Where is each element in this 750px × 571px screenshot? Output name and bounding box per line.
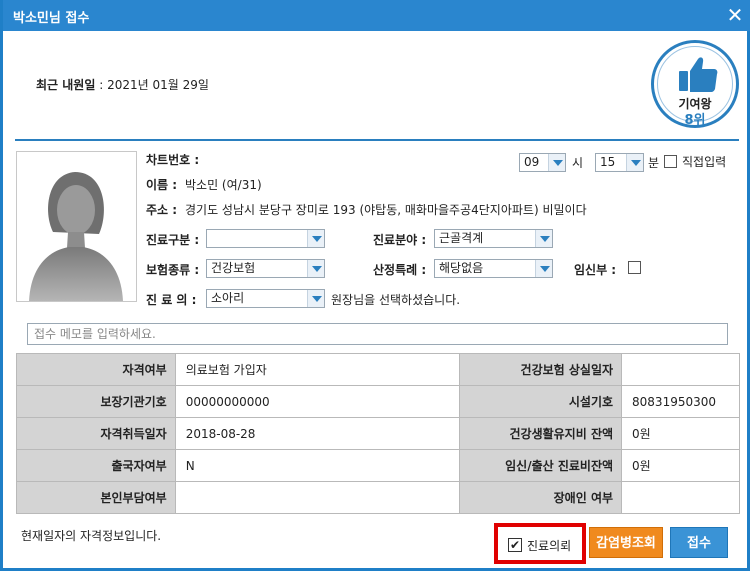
insurance-type-value: 건강보험 — [211, 261, 256, 275]
visit-type-label: 진료구분 : — [146, 233, 200, 247]
table-header-cell: 장애인 여부 — [459, 481, 623, 514]
close-icon[interactable]: ✕ — [725, 5, 745, 25]
referral-checkbox-group[interactable]: ✔ 진료의뢰 — [494, 523, 586, 564]
table-header-cell: 출국자여부 — [16, 449, 176, 482]
hour-select[interactable]: 09 — [519, 153, 566, 172]
table-row: 출국자여부 N 임신/출산 진료비잔액 0원 — [16, 449, 740, 482]
pregnant-checkbox[interactable] — [628, 261, 641, 274]
badge-rank: 8위 — [684, 113, 706, 128]
visit-type-select[interactable] — [206, 229, 325, 248]
special-case-label: 산정특례 : — [373, 263, 427, 277]
table-header-cell: 시설기호 — [459, 385, 623, 418]
chevron-down-icon — [307, 260, 324, 277]
chevron-down-icon — [307, 230, 324, 247]
last-visit-value: : 2021년 01월 29일 — [95, 78, 209, 92]
minute-select[interactable]: 15 — [595, 153, 644, 172]
patient-photo — [16, 151, 137, 302]
doctor-label: 진 료 의 : — [146, 293, 197, 307]
table-value-cell — [174, 481, 461, 514]
doctor-note: 원장님을 선택하셨습니다. — [331, 293, 461, 307]
patient-address: 경기도 성남시 분당구 장미로 193 (야탑동, 매화마을주공4단지아파트) … — [185, 203, 587, 217]
eligibility-table: 자격여부 의료보험 가입자 건강보험 상실일자 보장기관기호 000000000… — [16, 353, 740, 514]
thumbs-up-icon — [679, 57, 718, 92]
table-header-cell: 보장기관기호 — [16, 385, 176, 418]
name-label: 이름 : — [146, 178, 178, 192]
table-header-cell: 건강보험 상실일자 — [459, 353, 623, 386]
chevron-down-icon — [535, 260, 552, 277]
avatar-silhouette-icon — [29, 172, 123, 301]
chevron-down-icon — [535, 230, 552, 247]
dialog-title: 박소민님 접수 — [13, 11, 90, 26]
eligibility-note: 현재일자의 자격정보입니다. — [21, 529, 162, 543]
submit-reception-button[interactable]: 접수 — [670, 527, 728, 558]
table-row: 자격여부 의료보험 가입자 건강보험 상실일자 — [16, 353, 740, 386]
contribution-rank-badge: 기여왕 8위 — [651, 40, 739, 128]
hour-unit: 시 — [572, 156, 584, 170]
table-value-cell: 0원 — [621, 449, 740, 482]
table-header-cell: 건강생활유지비 잔액 — [459, 417, 623, 450]
badge-inner-ring: 기여왕 8위 — [657, 46, 733, 128]
minute-value: 15 — [600, 155, 616, 169]
infection-lookup-button[interactable]: 감염병조회 — [589, 527, 663, 558]
direct-input-checkbox[interactable] — [664, 155, 677, 168]
table-value-cell: 2018-08-28 — [174, 417, 461, 450]
direct-input-label: 직접입력 — [682, 155, 727, 169]
table-row: 자격취득일자 2018-08-28 건강생활유지비 잔액 0원 — [16, 417, 740, 450]
insurance-type-select[interactable]: 건강보험 — [206, 259, 325, 278]
reception-dialog: 박소민님 접수 ✕ 최근 내원일 : 2021년 01월 29일 기여왕 8위 — [0, 0, 750, 571]
chart-number-label: 차트번호 : — [146, 153, 200, 167]
table-value-cell: 00000000000 — [174, 385, 461, 418]
title-bar: 박소민님 접수 ✕ — [3, 0, 750, 31]
table-row: 본인부담여부 장애인 여부 — [16, 481, 740, 514]
pregnant-label: 임신부 : — [574, 263, 617, 277]
section-divider — [15, 139, 739, 141]
patient-name: 박소민 (여/31) — [185, 178, 262, 192]
hour-value: 09 — [524, 155, 540, 169]
medical-field-select[interactable]: 근골격계 — [434, 229, 553, 248]
table-header-cell: 자격여부 — [16, 353, 176, 386]
insurance-type-label: 보험종류 : — [146, 263, 200, 277]
last-visit-date: 최근 내원일 : 2021년 01월 29일 — [36, 76, 209, 93]
minute-unit: 분 — [648, 156, 660, 170]
table-header-cell: 본인부담여부 — [16, 481, 176, 514]
table-value-cell: 80831950300 — [621, 385, 740, 418]
special-case-value: 해당없음 — [439, 261, 484, 275]
table-header-cell: 임신/출산 진료비잔액 — [459, 449, 623, 482]
table-value-cell — [621, 353, 740, 386]
table-value-cell: 의료보험 가입자 — [174, 353, 461, 386]
referral-checkbox[interactable]: ✔ — [508, 538, 522, 552]
address-label: 주소 : — [146, 203, 178, 217]
chevron-down-icon — [307, 290, 324, 307]
table-header-cell: 자격취득일자 — [16, 417, 176, 450]
table-value-cell: 0원 — [621, 417, 740, 450]
doctor-select[interactable]: 소아리 — [206, 289, 325, 308]
doctor-value: 소아리 — [211, 291, 245, 305]
chevron-down-icon — [548, 154, 565, 171]
chevron-down-icon — [626, 154, 643, 171]
table-value-cell: N — [174, 449, 461, 482]
special-case-select[interactable]: 해당없음 — [434, 259, 553, 278]
table-value-cell — [621, 481, 740, 514]
medical-field-value: 근골격계 — [439, 231, 484, 245]
last-visit-label: 최근 내원일 — [36, 78, 96, 92]
medical-field-label: 진료분야 : — [373, 233, 427, 247]
referral-label: 진료의뢰 — [527, 539, 572, 553]
memo-input[interactable] — [27, 323, 728, 345]
table-row: 보장기관기호 00000000000 시설기호 80831950300 — [16, 385, 740, 418]
